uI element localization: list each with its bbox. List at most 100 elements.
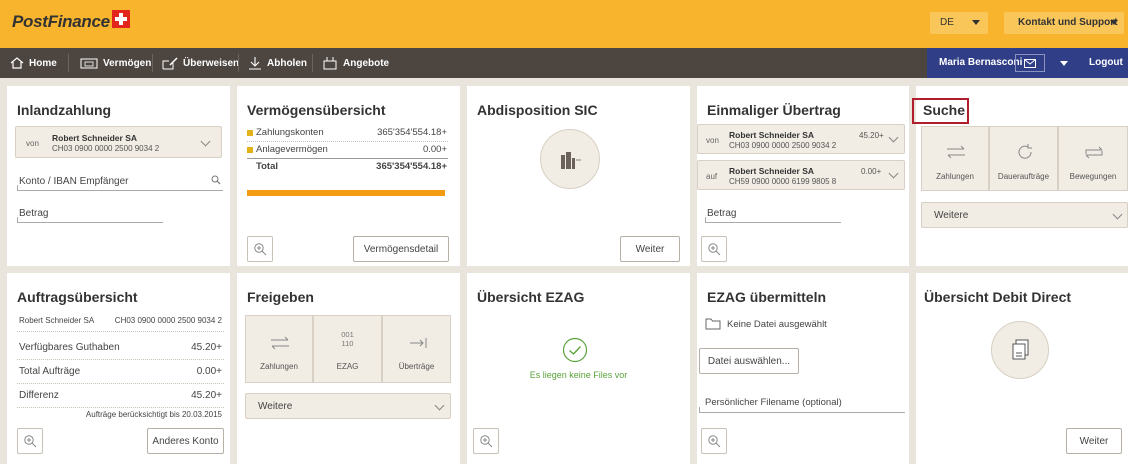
chevron-down-icon [888,132,899,143]
row-value: 45.20+ [191,342,222,353]
nav-label: Angebote [343,57,390,69]
zoom-in-icon [708,243,721,256]
row-divider [17,407,224,408]
row-divider [17,331,224,332]
user-name[interactable]: Maria Bernasconi [939,57,1022,68]
search-dauerauftraege-button[interactable]: Daueraufträge [989,126,1058,191]
nav-label: Abholen [267,57,307,69]
release-ezag-button[interactable]: 001 110 EZAG [313,315,382,383]
tile-ezag-uebermitteln: EZAG übermitteln Keine Datei ausgewählt … [697,273,909,464]
logout-link[interactable]: Logout [1089,57,1123,68]
tile-title: Auftragsübersicht [17,289,138,305]
tile-title: Übersicht EZAG [477,289,585,305]
postfinance-logo[interactable]: PostFinance [12,12,110,32]
release-more-select[interactable]: Weitere [245,393,451,419]
tile-auftragsuebersicht: Auftragsübersicht Robert Schneider SA CH… [7,273,230,464]
account-amount: 45.20+ [859,131,884,140]
from-account-select[interactable]: von Robert Schneider SA CH03 0900 0000 2… [15,126,222,158]
zoom-button[interactable] [701,428,727,454]
caret-down-icon[interactable] [1060,61,1068,66]
input-tick [699,407,700,412]
search-icon[interactable] [211,175,221,185]
tile-title: Inlandzahlung [17,102,112,118]
refresh-icon [1018,144,1032,159]
nav-divider [68,54,69,72]
nav-label: Vermögen [103,57,152,69]
swiss-cross-logo-icon [112,10,130,28]
sic-circle [540,129,600,189]
total-value: 365'354'554.18+ [376,161,447,172]
tile-abdisposition-sic: Abdisposition SIC Weiter [467,86,690,266]
total-label: Total [256,161,278,172]
empty-message: Es liegen keine Files vor [529,370,628,380]
tile-title: Vermögensübersicht [247,102,386,118]
to-account-select[interactable]: auf Robert Schneider SA CH59 0900 0000 6… [697,160,905,190]
nav-divider [152,54,153,72]
nav-vermoegen[interactable]: Vermögen [80,48,151,78]
account-iban: CH03 0900 0000 2500 9034 2 [52,144,160,153]
nav-angebote[interactable]: Angebote [322,48,389,78]
choose-file-button[interactable]: Datei auswählen... [699,348,799,374]
amount-input[interactable]: Betrag [19,208,48,219]
input-underline [705,222,841,223]
filename-input[interactable]: Persönlicher Filename (optional) [705,397,842,408]
other-account-button[interactable]: Anderes Konto [147,428,224,454]
nav-ueberweisen[interactable]: Überweisen [162,48,239,78]
offers-icon [323,57,337,70]
messages-button[interactable] [1015,54,1045,72]
tile-title: Freigeben [247,289,314,305]
weiter-button[interactable]: Weiter [1066,428,1122,454]
cell-label: Bewegungen [1069,172,1117,181]
cell-label: Zahlungen [936,172,974,181]
input-underline [17,190,223,191]
from-account-select[interactable]: von Robert Schneider SA CH03 0900 0000 2… [697,124,905,154]
nav-home[interactable]: Home [10,48,57,78]
documents-icon [1012,339,1029,360]
iban-input[interactable]: Konto / IBAN Empfänger [19,176,129,187]
row-label: Differenz [19,390,59,401]
caret-down-icon [1110,20,1118,25]
language-selector[interactable]: DE [930,12,988,34]
cell-label: EZAG [336,362,359,371]
zoom-button[interactable] [247,236,273,262]
asset-progress-track [247,190,445,196]
row-label: Verfügbares Guthaben [19,342,120,353]
search-more-select[interactable]: Weitere [921,202,1128,228]
amount-input[interactable]: Betrag [707,208,736,219]
release-uebertraege-button[interactable]: Überträge [382,315,451,383]
tile-debit-direct: Übersicht Debit Direct Weiter [916,273,1128,464]
zoom-in-icon [708,435,721,448]
nav-abholen[interactable]: Abholen [248,48,307,78]
input-tick [17,217,18,222]
input-tick [705,217,706,222]
zoom-button[interactable] [473,428,499,454]
chevron-down-icon [888,168,899,179]
tile-einmaliger-uebertrag: Einmaliger Übertrag von Robert Schneider… [697,86,909,266]
tile-inlandzahlung: Inlandzahlung von Robert Schneider SA CH… [7,86,230,266]
cell-label: Daueraufträge [997,172,1050,181]
search-zahlungen-button[interactable]: Zahlungen [921,126,989,191]
check-circle-icon [562,337,588,363]
row-label: Anlagevermögen [256,144,328,155]
zoom-button[interactable] [17,428,43,454]
search-bewegungen-button[interactable]: Bewegungen [1058,126,1128,191]
row-value: 45.20+ [191,390,222,401]
caret-down-icon [972,20,980,25]
row-value: 0.00+ [196,366,222,377]
row-divider [247,141,448,142]
exchange-arrows-icon [947,145,965,159]
weiter-button[interactable]: Weiter [620,236,680,262]
release-zahlungen-button[interactable]: Zahlungen [245,315,313,383]
zoom-button[interactable] [701,236,727,262]
from-label: von [26,139,39,148]
download-icon [249,57,261,70]
tile-title: Übersicht Debit Direct [924,289,1072,305]
zoom-in-icon [480,435,493,448]
account-name: Robert Schneider SA [19,316,95,325]
asset-progress-fill [247,190,445,196]
user-area: Maria Bernasconi Logout [927,48,1128,78]
row-value: 0.00+ [422,144,447,155]
to-label: auf [706,172,718,181]
support-dropdown[interactable]: Kontakt und Support [1004,12,1124,34]
vermoegensdetail-button[interactable]: Vermögensdetail [353,236,449,262]
